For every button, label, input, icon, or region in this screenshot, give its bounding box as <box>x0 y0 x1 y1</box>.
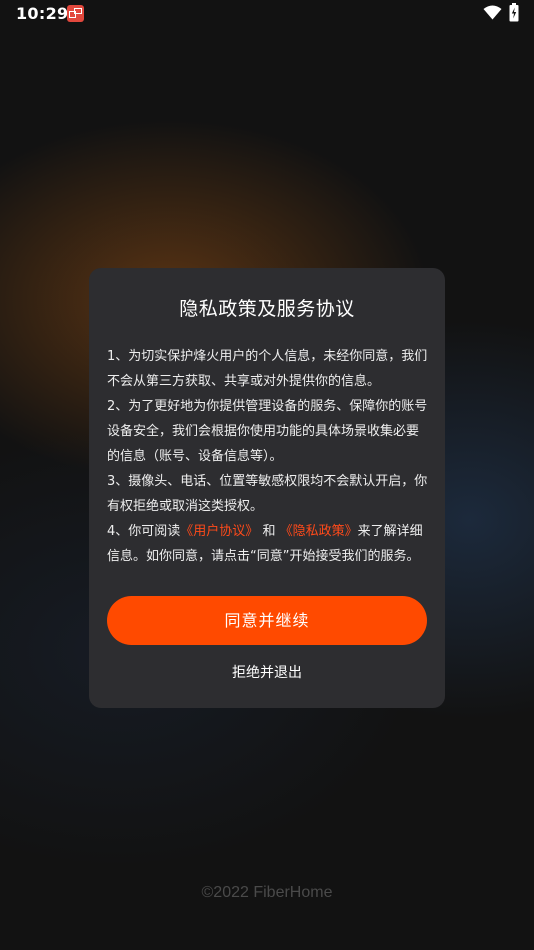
wifi-icon <box>483 5 502 24</box>
policy-paragraph-4: 4、你可阅读《用户协议》 和 《隐私政策》来了解详细信息。如你同意，请点击“同意… <box>107 519 431 569</box>
user-agreement-link[interactable]: 《用户协议》 <box>180 524 258 539</box>
status-time: 10:29 <box>16 4 69 23</box>
paragraph-4-connector: 和 <box>262 524 276 539</box>
status-bar: 10:29 <box>0 0 534 28</box>
paragraph-4-prefix: 4、你可阅读 <box>107 524 181 539</box>
agree-and-continue-button[interactable]: 同意并继续 <box>107 596 427 645</box>
policy-paragraph-1: 1、为切实保护烽火用户的个人信息，未经你同意，我们不会从第三方获取、共享或对外提… <box>107 349 428 389</box>
privacy-policy-link[interactable]: 《隐私政策》 <box>280 524 358 539</box>
policy-paragraph-3: 3、摄像头、电话、位置等敏感权限均不会默认开启，你有权拒绝或取消这类授权。 <box>107 474 428 514</box>
dialog-body: 1、为切实保护烽火用户的个人信息，未经你同意，我们不会从第三方获取、共享或对外提… <box>107 344 431 569</box>
dialog-title: 隐私政策及服务协议 <box>179 298 355 320</box>
reject-and-exit-button[interactable]: 拒绝并退出 <box>89 662 445 682</box>
copyright-footer: ©2022 FiberHome <box>201 884 333 901</box>
privacy-dialog: 隐私政策及服务协议 1、为切实保护烽火用户的个人信息，未经你同意，我们不会从第三… <box>89 268 445 708</box>
battery-charging-icon <box>509 3 519 26</box>
policy-paragraph-2: 2、为了更好地为你提供管理设备的服务、保障你的账号设备安全，我们会根据你使用功能… <box>107 399 428 464</box>
app-notification-icon <box>67 5 84 22</box>
